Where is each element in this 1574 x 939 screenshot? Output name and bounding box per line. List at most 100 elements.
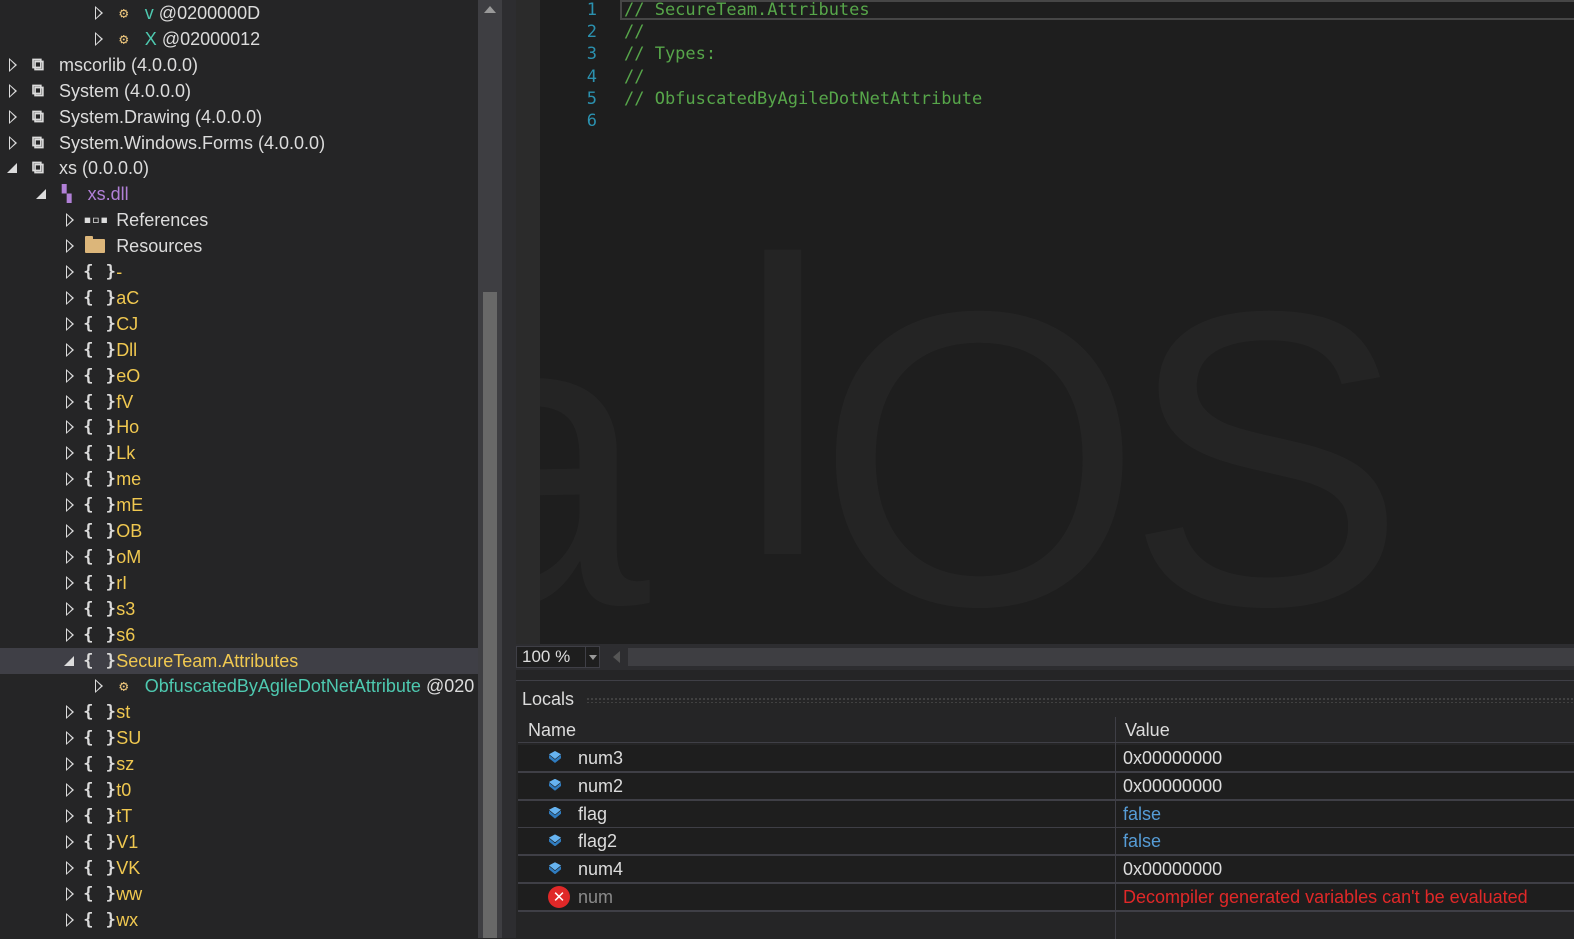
- tree-item[interactable]: { } CJ: [0, 311, 478, 337]
- locals-row[interactable]: num2 0x00000000: [518, 772, 1574, 801]
- code-line[interactable]: // SecureTeam.Attributes: [624, 0, 870, 20]
- tree-item[interactable]: { } aC: [0, 285, 478, 311]
- collapsed-arrow-icon[interactable]: [63, 389, 77, 415]
- collapsed-arrow-icon[interactable]: [63, 518, 77, 544]
- tree-item[interactable]: { } me: [0, 466, 478, 492]
- tree-item[interactable]: { } ww: [0, 881, 478, 907]
- locals-title-grip[interactable]: [586, 697, 1574, 703]
- tree-item-name: aC: [116, 287, 140, 308]
- collapsed-arrow-icon[interactable]: [63, 285, 77, 311]
- tree-item[interactable]: { } fV: [0, 389, 478, 415]
- tree-item[interactable]: ⚙ ObfuscatedByAgileDotNetAttribute @020: [0, 673, 478, 699]
- locals-row[interactable]: flag2 false: [518, 828, 1574, 857]
- tree-item[interactable]: { } -: [0, 259, 478, 285]
- tree-item[interactable]: { } oM: [0, 544, 478, 570]
- code-line[interactable]: // Types:: [624, 44, 716, 64]
- locals-row[interactable]: ✕ num Decompiler generated variables can't…: [518, 884, 1574, 912]
- tree-item[interactable]: ⧉ xs (0.0.0.0): [0, 155, 478, 181]
- chevron-down-icon[interactable]: [585, 647, 600, 667]
- collapsed-arrow-icon[interactable]: [92, 673, 106, 699]
- zoom-combobox[interactable]: 100 %: [516, 646, 600, 668]
- code-line[interactable]: // ObfuscatedByAgileDotNetAttribute: [624, 89, 982, 109]
- tree-item[interactable]: { } mE: [0, 492, 478, 518]
- tree-item[interactable]: ⧉ System.Drawing (4.0.0.0): [0, 104, 478, 130]
- tree-item[interactable]: { } wx: [0, 907, 478, 933]
- collapsed-arrow-icon[interactable]: [6, 78, 20, 104]
- collapsed-arrow-icon[interactable]: [6, 52, 20, 78]
- tree-item[interactable]: ⚙ X @02000012: [0, 26, 478, 52]
- expanded-arrow-icon[interactable]: [6, 155, 20, 181]
- collapsed-arrow-icon[interactable]: [63, 881, 77, 907]
- collapsed-arrow-icon[interactable]: [6, 130, 20, 156]
- zoom-value[interactable]: 100 %: [522, 647, 570, 667]
- tree-item[interactable]: ▪▫▪ References: [0, 207, 478, 233]
- collapsed-arrow-icon[interactable]: [63, 233, 77, 259]
- tree-item[interactable]: { } t0: [0, 777, 478, 803]
- expanded-arrow-icon[interactable]: [35, 181, 49, 207]
- tree-item[interactable]: { } s6: [0, 622, 478, 648]
- tree-item[interactable]: { } st: [0, 699, 478, 725]
- column-header-value[interactable]: Value: [1115, 717, 1574, 743]
- tree-item[interactable]: { } tT: [0, 803, 478, 829]
- tree-item[interactable]: ⚙ v @0200000D: [0, 0, 478, 26]
- locals-row[interactable]: num3 0x00000000: [518, 745, 1574, 773]
- tree-item[interactable]: { } rI: [0, 570, 478, 596]
- locals-row[interactable]: flag false: [518, 800, 1574, 829]
- collapsed-arrow-icon[interactable]: [63, 699, 77, 725]
- tree-item[interactable]: ⧉ System.Windows.Forms (4.0.0.0): [0, 130, 478, 156]
- collapsed-arrow-icon[interactable]: [63, 414, 77, 440]
- collapsed-arrow-icon[interactable]: [63, 725, 77, 751]
- tree-item[interactable]: { } Dll: [0, 337, 478, 363]
- collapsed-arrow-icon[interactable]: [63, 259, 77, 285]
- tree-item[interactable]: ⧉ System (4.0.0.0): [0, 78, 478, 104]
- tree-vertical-scrollbar[interactable]: [478, 0, 502, 938]
- column-divider: [1115, 856, 1116, 883]
- tree-item[interactable]: { } Ho: [0, 414, 478, 440]
- collapsed-arrow-icon[interactable]: [63, 907, 77, 933]
- collapsed-arrow-icon[interactable]: [63, 622, 77, 648]
- collapsed-arrow-icon[interactable]: [63, 777, 77, 803]
- collapsed-arrow-icon[interactable]: [63, 570, 77, 596]
- collapsed-arrow-icon[interactable]: [63, 751, 77, 777]
- code-editor[interactable]: l a l O S 123456 // SecureTeam.Attribute…: [516, 0, 1574, 644]
- tree-item[interactable]: { } OB: [0, 518, 478, 544]
- tree-item[interactable]: { } V1: [0, 829, 478, 855]
- expanded-arrow-icon[interactable]: [63, 648, 77, 674]
- collapsed-arrow-icon[interactable]: [63, 207, 77, 233]
- scroll-up-arrow-icon[interactable]: [484, 6, 496, 13]
- tree-item[interactable]: { } SU: [0, 725, 478, 751]
- collapsed-arrow-icon[interactable]: [63, 829, 77, 855]
- panel-splitter[interactable]: [502, 0, 516, 938]
- namespace-icon: { }: [83, 417, 117, 438]
- tree-item[interactable]: { } eO: [0, 363, 478, 389]
- scrollbar-thumb[interactable]: [483, 292, 497, 938]
- collapsed-arrow-icon[interactable]: [63, 337, 77, 363]
- collapsed-arrow-icon[interactable]: [63, 363, 77, 389]
- column-header-name[interactable]: Name: [518, 717, 1115, 743]
- collapsed-arrow-icon[interactable]: [63, 466, 77, 492]
- code-line[interactable]: //: [624, 67, 644, 87]
- collapsed-arrow-icon[interactable]: [63, 492, 77, 518]
- tree-item[interactable]: { } s3: [0, 596, 478, 622]
- collapsed-arrow-icon[interactable]: [6, 104, 20, 130]
- collapsed-arrow-icon[interactable]: [63, 803, 77, 829]
- tree-item[interactable]: { } sz: [0, 751, 478, 777]
- scroll-left-arrow-icon[interactable]: [613, 651, 620, 663]
- tree-item[interactable]: ⧉ mscorlib (4.0.0.0): [0, 52, 478, 78]
- tree-item[interactable]: { } SecureTeam.Attributes: [0, 647, 478, 674]
- assembly-explorer-tree[interactable]: ⚙ v @0200000D ⚙ X @02000012 ⧉ mscorlib (4.0.0…: [0, 0, 478, 938]
- tree-item[interactable]: { } Lk: [0, 440, 478, 466]
- tree-item[interactable]: ▚ xs.dll: [0, 181, 478, 207]
- tree-item[interactable]: Resources: [0, 233, 478, 259]
- collapsed-arrow-icon[interactable]: [92, 26, 106, 52]
- collapsed-arrow-icon[interactable]: [63, 596, 77, 622]
- collapsed-arrow-icon[interactable]: [63, 440, 77, 466]
- editor-horizontal-scrollbar[interactable]: [628, 648, 1574, 666]
- tree-item[interactable]: { } VK: [0, 855, 478, 881]
- code-line[interactable]: //: [624, 22, 644, 42]
- collapsed-arrow-icon[interactable]: [63, 311, 77, 337]
- collapsed-arrow-icon[interactable]: [63, 855, 77, 881]
- locals-row[interactable]: num4 0x00000000: [518, 856, 1574, 885]
- collapsed-arrow-icon[interactable]: [92, 0, 106, 26]
- collapsed-arrow-icon[interactable]: [63, 544, 77, 570]
